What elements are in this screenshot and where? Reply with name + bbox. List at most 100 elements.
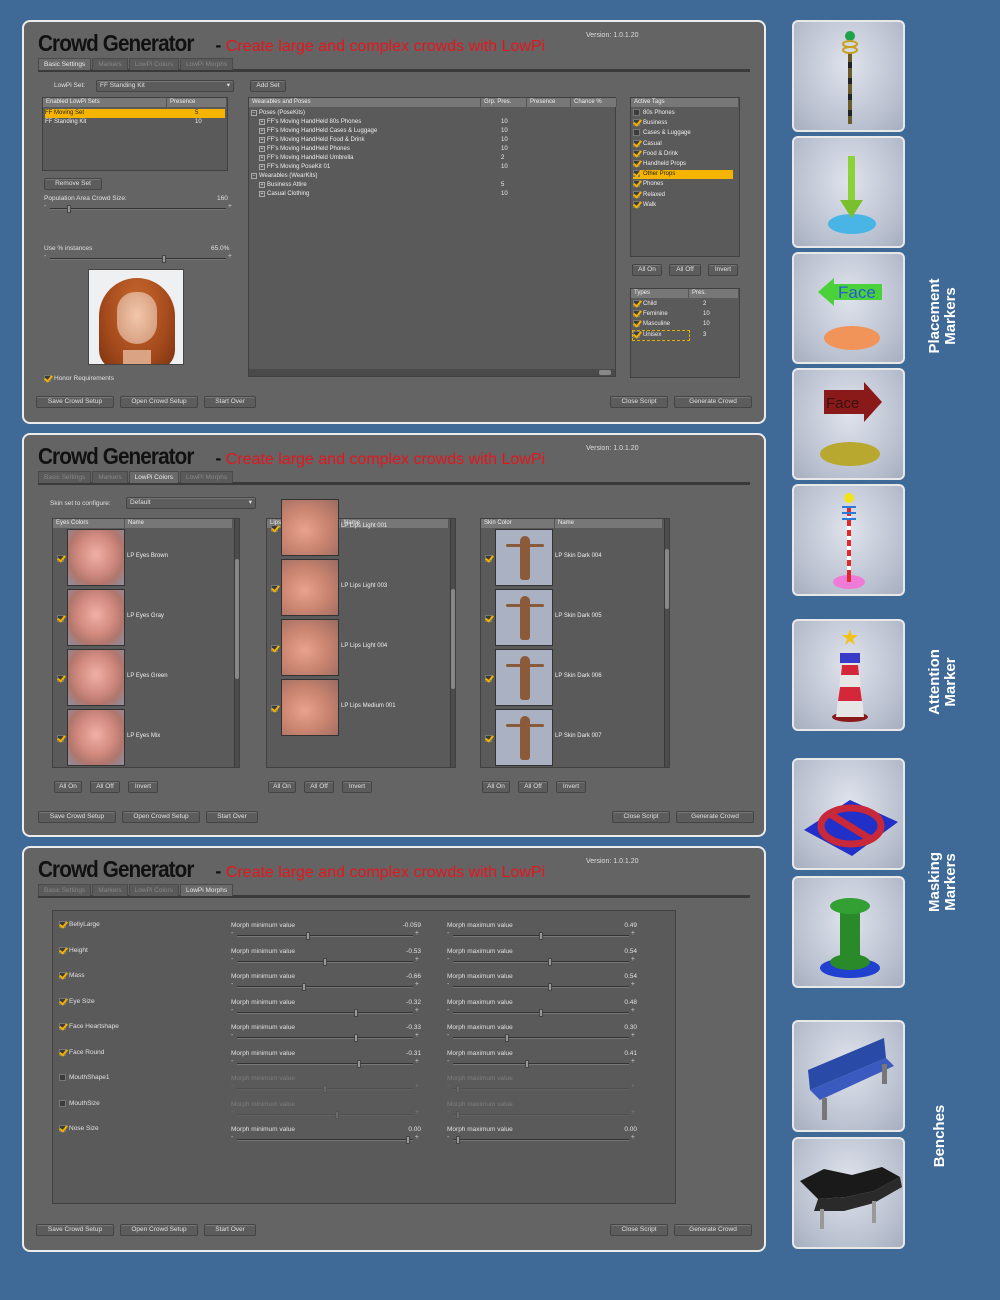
- morph-min-slider[interactable]: - +: [231, 1007, 419, 1017]
- list-item[interactable]: LP Lips Light 004: [267, 619, 447, 677]
- tag-checkbox[interactable]: [633, 129, 640, 137]
- tag-checkbox[interactable]: [633, 160, 640, 167]
- skin-all-off-button[interactable]: All Off: [518, 781, 548, 793]
- item-checkbox[interactable]: [485, 675, 492, 682]
- tag-item[interactable]: Food & Drink: [633, 149, 733, 159]
- skin-set-dropdown[interactable]: Default ▾: [126, 497, 256, 509]
- list-item[interactable]: FF Moving Set 5: [45, 109, 225, 118]
- morph-toggle[interactable]: Face Round: [59, 1048, 104, 1056]
- tag-checkbox[interactable]: [633, 149, 640, 157]
- expand-icon[interactable]: +: [259, 128, 265, 134]
- expand-icon[interactable]: +: [259, 119, 265, 125]
- open-crowd-setup-button[interactable]: Open Crowd Setup: [120, 1224, 198, 1236]
- morph-toggle[interactable]: Height: [59, 946, 88, 954]
- tab-markers[interactable]: Markers: [92, 884, 128, 896]
- use-pct-slider[interactable]: - +: [44, 253, 232, 263]
- item-checkbox[interactable]: [57, 555, 64, 562]
- eyes-all-off-button[interactable]: All Off: [90, 781, 120, 793]
- skin-all-on-button[interactable]: All On: [482, 781, 510, 793]
- tab-markers[interactable]: Markers: [92, 58, 128, 70]
- morph-max-slider[interactable]: - +: [447, 981, 635, 991]
- table-row[interactable]: + FF's Moving HandHeld Umbrella 2: [251, 154, 611, 163]
- expand-icon[interactable]: +: [259, 182, 265, 188]
- tab-lowpi-colors[interactable]: LowPi Colors: [128, 884, 179, 896]
- tag-item[interactable]: Handheld Props: [633, 160, 733, 169]
- morph-max-slider[interactable]: - +: [447, 956, 635, 966]
- tags-all-on-button[interactable]: All On: [632, 264, 662, 276]
- item-checkbox[interactable]: [271, 705, 278, 712]
- tag-checkbox[interactable]: [633, 190, 640, 198]
- morph-toggle[interactable]: MouthShape1: [59, 1074, 109, 1081]
- table-row[interactable]: + Business Attire 5: [251, 181, 611, 190]
- morph-min-slider[interactable]: - +: [231, 1083, 419, 1093]
- open-crowd-setup-button[interactable]: Open Crowd Setup: [122, 811, 200, 823]
- type-item[interactable]: Child 2: [633, 300, 737, 309]
- list-item[interactable]: LP Lips Medium 001: [267, 679, 447, 737]
- tag-item[interactable]: Phones: [633, 180, 733, 189]
- tab-lowpi-morphs[interactable]: LowPi Morphs: [179, 884, 234, 896]
- population-slider[interactable]: - +: [44, 203, 232, 213]
- skin-invert-button[interactable]: Invert: [556, 781, 586, 793]
- item-checkbox[interactable]: [485, 555, 492, 562]
- morph-min-slider[interactable]: - +: [231, 1134, 419, 1144]
- tag-checkbox[interactable]: [633, 109, 640, 116]
- morph-max-slider[interactable]: - +: [447, 1109, 635, 1119]
- tab-basic-settings[interactable]: Basic Settings: [38, 884, 92, 896]
- morph-checkbox[interactable]: [59, 1125, 66, 1132]
- tag-item[interactable]: Casual: [633, 139, 733, 149]
- tag-checkbox[interactable]: [633, 170, 640, 178]
- generate-crowd-button[interactable]: Generate Crowd: [676, 811, 754, 823]
- vertical-scrollbar[interactable]: [664, 519, 669, 767]
- morph-checkbox[interactable]: [59, 1074, 66, 1081]
- morph-max-slider[interactable]: - +: [447, 1083, 635, 1093]
- list-item[interactable]: LP Skin Dark 007: [481, 709, 661, 767]
- list-item[interactable]: LP Eyes Brown: [53, 529, 233, 587]
- start-over-button[interactable]: Start Over: [204, 1224, 256, 1236]
- morph-max-slider[interactable]: - +: [447, 1134, 635, 1144]
- tag-checkbox[interactable]: [633, 200, 640, 208]
- tag-checkbox[interactable]: [633, 119, 640, 127]
- vertical-scrollbar[interactable]: [234, 519, 239, 767]
- close-script-button[interactable]: Close Script: [610, 1224, 668, 1236]
- tab-markers[interactable]: Markers: [92, 471, 128, 483]
- expand-icon[interactable]: +: [259, 191, 265, 197]
- tag-checkbox[interactable]: [633, 180, 640, 188]
- morph-checkbox[interactable]: [59, 1048, 66, 1056]
- tag-item[interactable]: Relaxed: [633, 190, 733, 200]
- morph-max-slider[interactable]: - +: [447, 1058, 635, 1068]
- tag-item[interactable]: Business: [633, 119, 733, 128]
- type-checkbox[interactable]: [633, 300, 640, 307]
- expand-icon[interactable]: −: [251, 110, 257, 116]
- morph-checkbox[interactable]: [59, 972, 66, 979]
- type-checkbox[interactable]: [633, 330, 640, 338]
- morph-min-slider[interactable]: - +: [231, 930, 419, 940]
- type-item[interactable]: Feminine 10: [633, 310, 737, 319]
- lowpi-set-dropdown[interactable]: FF Standing Kit ▾: [96, 80, 234, 92]
- table-row[interactable]: + FF's Moving PoseKit 01 10: [251, 163, 611, 172]
- tags-all-off-button[interactable]: All Off: [669, 264, 701, 276]
- item-checkbox[interactable]: [271, 645, 278, 652]
- morph-min-slider[interactable]: - +: [231, 1109, 419, 1119]
- table-row[interactable]: + FF's Moving HandHeld Food & Drink 10: [251, 136, 611, 145]
- tab-lowpi-colors[interactable]: LowPi Colors: [128, 58, 179, 70]
- open-crowd-setup-button[interactable]: Open Crowd Setup: [120, 396, 198, 408]
- type-checkbox[interactable]: [633, 310, 640, 318]
- remove-set-button[interactable]: Remove Set: [44, 178, 102, 190]
- list-item[interactable]: FF Standing Kit 10: [45, 118, 225, 127]
- list-item[interactable]: LP Eyes Gray: [53, 589, 233, 647]
- morph-toggle[interactable]: Face Heartshape: [59, 1023, 119, 1030]
- list-item[interactable]: LP Eyes Mix: [53, 709, 233, 767]
- save-crowd-setup-button[interactable]: Save Crowd Setup: [36, 396, 114, 408]
- type-checkbox[interactable]: [633, 320, 640, 328]
- table-row[interactable]: + FF's Moving HandHeld Cases & Luggage 10: [251, 127, 611, 136]
- tag-checkbox[interactable]: [633, 139, 640, 147]
- morph-min-slider[interactable]: - +: [231, 1058, 419, 1068]
- expand-icon[interactable]: −: [251, 173, 257, 179]
- morph-min-slider[interactable]: - +: [231, 1032, 419, 1042]
- eyes-all-on-button[interactable]: All On: [54, 781, 82, 793]
- list-item[interactable]: LP Skin Dark 005: [481, 589, 661, 647]
- morph-toggle[interactable]: Nose Size: [59, 1125, 99, 1132]
- list-item[interactable]: LP Lips Light 003: [267, 559, 447, 617]
- lips-invert-button[interactable]: Invert: [342, 781, 372, 793]
- save-crowd-setup-button[interactable]: Save Crowd Setup: [38, 811, 116, 823]
